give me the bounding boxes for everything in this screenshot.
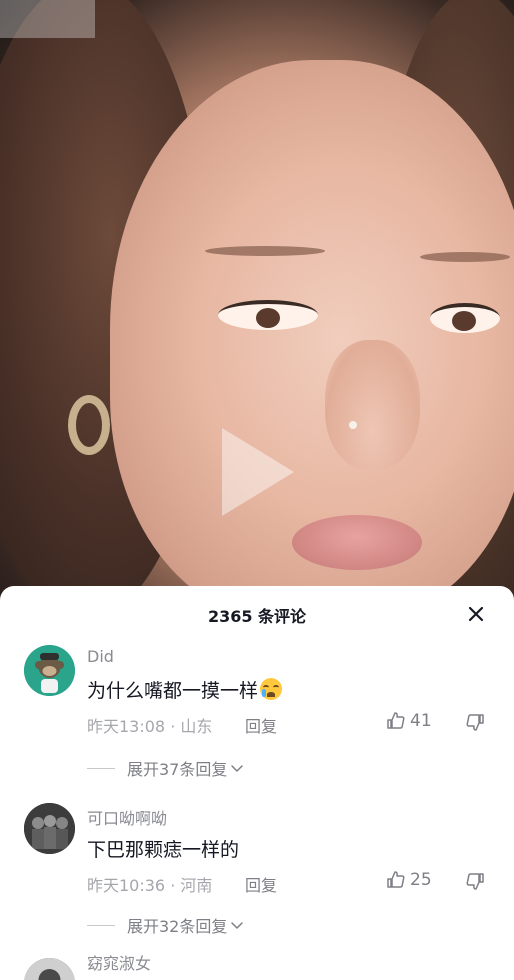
comment-username[interactable]: Did <box>87 647 114 666</box>
play-icon[interactable] <box>222 428 294 516</box>
comment-meta: 昨天13:08 · 山东 <box>87 717 213 736</box>
comment-text: 为什么嘴都一摸一样 <box>87 676 283 703</box>
chevron-down-icon <box>231 922 244 929</box>
comment-meta: 昨天10:36 · 河南 <box>87 876 213 895</box>
thumbs-up-icon <box>387 871 405 888</box>
like-count: 25 <box>410 870 432 890</box>
reply-button[interactable]: 回复 <box>245 872 277 896</box>
avatar[interactable] <box>24 645 75 696</box>
comment-username[interactable]: 可口呦啊呦 <box>87 805 167 829</box>
comment-text: 下巴那颗痣一样的 <box>87 839 240 861</box>
expand-replies-button[interactable]: 展开32条回复 <box>87 913 245 937</box>
crying-face-emoji-icon <box>260 678 283 700</box>
divider <box>87 924 115 926</box>
expand-replies-button[interactable]: 展开37条回复 <box>87 756 245 780</box>
comments-sheet: 2365 条评论 Did 为什么嘴都一摸一样 昨天13:08 · 山东 回复 4… <box>0 586 514 980</box>
comment-text-content: 为什么嘴都一摸一样 <box>87 680 259 702</box>
person-avatar-icon <box>24 958 75 980</box>
expand-replies-label: 展开32条回复 <box>127 917 228 936</box>
comment-username[interactable]: 窈窕淑女 <box>87 950 151 974</box>
comments-count-title: 2365 条评论 <box>207 607 307 626</box>
thumbs-down-icon <box>466 873 484 890</box>
video-player[interactable] <box>0 0 514 600</box>
video-frame-brow <box>205 246 325 256</box>
video-frame-top-left <box>0 0 95 38</box>
video-frame-earring <box>68 395 110 455</box>
video-frame-nose-stud <box>349 421 357 429</box>
monkey-avatar-icon <box>24 645 75 696</box>
video-frame-brow <box>420 252 510 262</box>
video-frame-eye <box>430 303 500 333</box>
like-button[interactable]: 25 <box>386 870 432 890</box>
video-frame-nose <box>325 340 420 470</box>
divider <box>87 767 115 769</box>
thumbs-down-icon <box>466 714 484 731</box>
like-count: 41 <box>410 711 432 731</box>
avatar[interactable] <box>24 958 75 980</box>
video-frame-lips <box>292 515 422 570</box>
group-photo-avatar-icon <box>24 803 75 854</box>
close-icon <box>468 606 484 622</box>
avatar[interactable] <box>24 803 75 854</box>
reply-button[interactable]: 回复 <box>245 713 277 737</box>
chevron-down-icon <box>231 765 244 772</box>
thumbs-up-icon <box>387 712 405 729</box>
close-button[interactable] <box>462 600 490 628</box>
dislike-button[interactable] <box>465 712 485 736</box>
like-button[interactable]: 41 <box>386 711 432 731</box>
expand-replies-label: 展开37条回复 <box>127 760 228 779</box>
video-frame-eye <box>218 300 318 330</box>
dislike-button[interactable] <box>465 871 485 895</box>
